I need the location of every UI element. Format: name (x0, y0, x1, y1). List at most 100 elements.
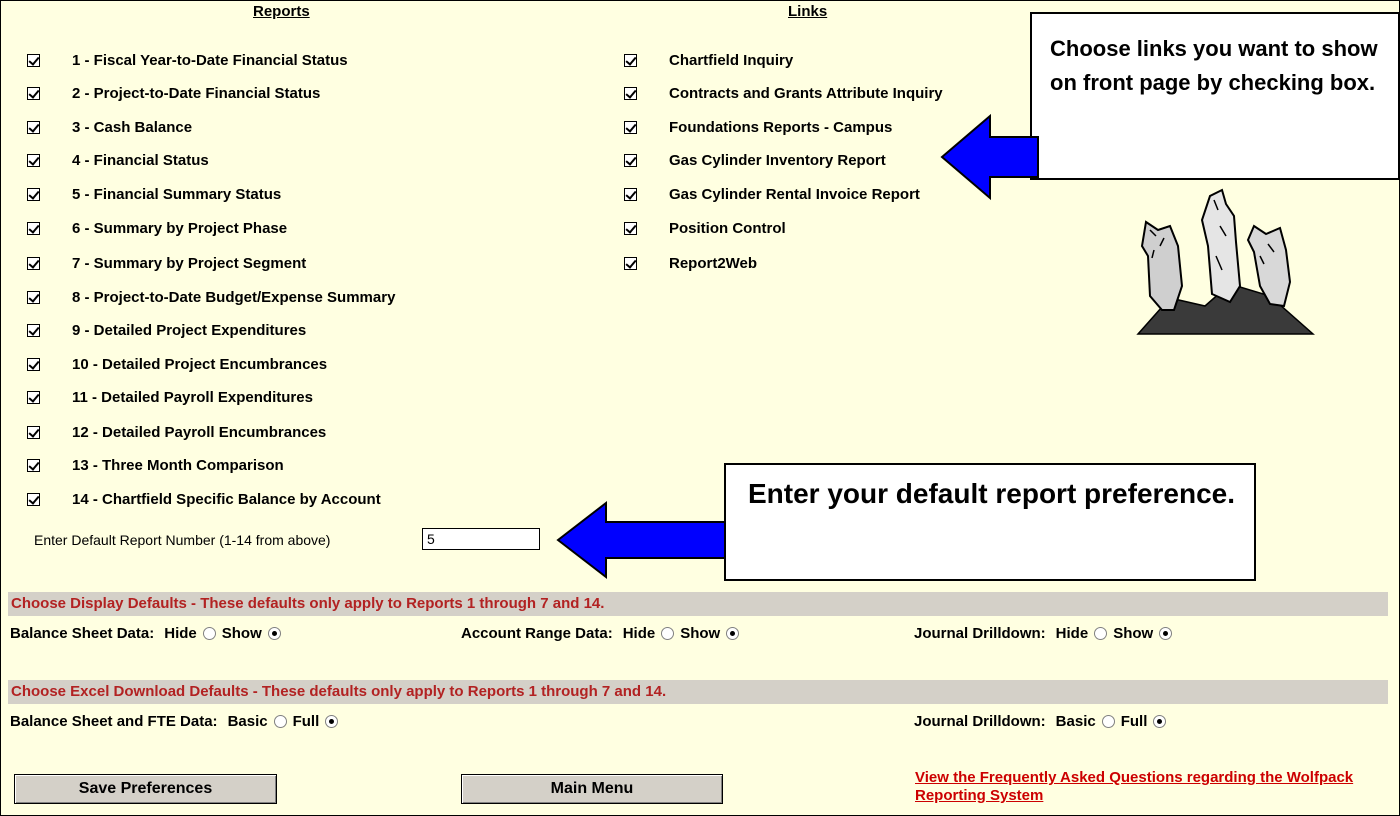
balance-sheet-hide-radio[interactable] (202, 627, 216, 640)
report-label: 2 - Project-to-Date Financial Status (72, 84, 321, 102)
journal-show-radio[interactable] (1159, 627, 1173, 640)
links-callout: Choose links you want to show on front p… (1030, 12, 1400, 180)
report-item-8[interactable]: 8 - Project-to-Date Budget/Expense Summa… (27, 286, 395, 308)
journal-basic-radio[interactable] (1101, 715, 1115, 728)
save-preferences-button[interactable]: Save Preferences (14, 774, 277, 804)
report-checkbox[interactable] (27, 492, 40, 506)
option-hide-label: Hide (164, 625, 197, 642)
balance-sheet-fte-full-radio[interactable] (325, 715, 339, 728)
report-checkbox[interactable] (27, 221, 40, 235)
report-item-2[interactable]: 2 - Project-to-Date Financial Status (27, 82, 320, 104)
report-checkbox[interactable] (27, 53, 40, 67)
report-label: 14 - Chartfield Specific Balance by Acco… (72, 490, 381, 508)
option-show-label: Show (1113, 625, 1154, 642)
report-label: 12 - Detailed Payroll Encumbrances (72, 423, 327, 441)
report-item-14[interactable]: 14 - Chartfield Specific Balance by Acco… (27, 488, 381, 510)
report-checkbox[interactable] (27, 425, 40, 439)
link-label: Contracts and Grants Attribute Inquiry (669, 84, 943, 102)
report-item-9[interactable]: 9 - Detailed Project Expenditures (27, 319, 306, 341)
report-label: 11 - Detailed Payroll Expenditures (72, 388, 313, 406)
report-checkbox[interactable] (27, 86, 40, 100)
display-defaults-header: Choose Display Defaults - These defaults… (8, 592, 1388, 616)
link-checkbox[interactable] (624, 153, 637, 167)
option-label: Balance Sheet Data: (10, 625, 155, 642)
balance-sheet-fte-basic-radio[interactable] (273, 715, 287, 728)
option-hide-label: Hide (1055, 625, 1089, 642)
main-menu-button[interactable]: Main Menu (461, 774, 723, 804)
report-item-7[interactable]: 7 - Summary by Project Segment (27, 252, 306, 274)
option-basic-label: Basic (1055, 713, 1096, 730)
link-item-gas-rental[interactable]: Gas Cylinder Rental Invoice Report (624, 183, 920, 205)
default-callout: Enter your default report preference. (724, 463, 1256, 581)
link-checkbox[interactable] (624, 86, 637, 100)
report-label: 13 - Three Month Comparison (72, 456, 284, 474)
link-label: Gas Cylinder Inventory Report (669, 151, 886, 169)
default-report-input[interactable]: 5 (422, 528, 540, 550)
link-label: Foundations Reports - Campus (669, 118, 893, 136)
report-checkbox[interactable] (27, 390, 40, 404)
faq-link[interactable]: View the Frequently Asked Questions rega… (915, 769, 1395, 805)
option-show-label: Show (221, 625, 262, 642)
link-item-contracts[interactable]: Contracts and Grants Attribute Inquiry (624, 82, 943, 104)
excel-defaults-header: Choose Excel Download Defaults - These d… (8, 680, 1388, 704)
option-full-label: Full (1120, 713, 1148, 730)
option-label: Balance Sheet and FTE Data: (10, 713, 218, 730)
option-show-label: Show (680, 625, 721, 642)
report-checkbox[interactable] (27, 458, 40, 472)
link-checkbox[interactable] (624, 120, 637, 134)
link-checkbox[interactable] (624, 53, 637, 67)
option-label: Journal Drilldown: (914, 625, 1046, 642)
option-full-label: Full (292, 713, 320, 730)
report-item-11[interactable]: 11 - Detailed Payroll Expenditures (27, 386, 313, 408)
link-item-foundations[interactable]: Foundations Reports - Campus (624, 116, 892, 138)
account-range-option-group: Account Range Data: Hide Show (461, 625, 745, 642)
link-label: Position Control (669, 219, 786, 237)
report-label: 7 - Summary by Project Segment (72, 254, 307, 272)
balance-sheet-fte-option-group: Balance Sheet and FTE Data: Basic Full (10, 713, 344, 730)
option-hide-label: Hide (622, 625, 656, 642)
report-checkbox[interactable] (27, 357, 40, 371)
report-item-1[interactable]: 1 - Fiscal Year-to-Date Financial Status (27, 49, 348, 71)
option-label: Account Range Data: (461, 625, 613, 642)
link-checkbox[interactable] (624, 256, 637, 270)
default-report-label: Enter Default Report Number (1-14 from a… (34, 532, 331, 548)
link-label: Chartfield Inquiry (669, 51, 794, 69)
link-label: Report2Web (669, 254, 758, 272)
report-item-6[interactable]: 6 - Summary by Project Phase (27, 217, 287, 239)
journal-hide-radio[interactable] (1094, 627, 1108, 640)
report-item-13[interactable]: 13 - Three Month Comparison (27, 454, 284, 476)
report-item-5[interactable]: 5 - Financial Summary Status (27, 183, 281, 205)
link-item-report2web[interactable]: Report2Web (624, 252, 757, 274)
links-arrow-icon (940, 113, 1039, 201)
reports-header: Reports (253, 3, 310, 20)
report-checkbox[interactable] (27, 256, 40, 270)
report-item-3[interactable]: 3 - Cash Balance (27, 116, 192, 138)
report-label: 1 - Fiscal Year-to-Date Financial Status (72, 51, 348, 69)
report-item-10[interactable]: 10 - Detailed Project Encumbrances (27, 353, 327, 375)
report-label: 6 - Summary by Project Phase (72, 219, 288, 237)
default-arrow-icon (556, 500, 727, 580)
link-item-chartfield[interactable]: Chartfield Inquiry (624, 49, 793, 71)
report-checkbox[interactable] (27, 290, 40, 304)
account-range-show-radio[interactable] (726, 627, 740, 640)
report-checkbox[interactable] (27, 153, 40, 167)
link-checkbox[interactable] (624, 187, 637, 201)
report-label: 5 - Financial Summary Status (72, 185, 282, 203)
report-checkbox[interactable] (27, 187, 40, 201)
journal-display-option-group: Journal Drilldown: Hide Show (914, 625, 1178, 642)
report-item-12[interactable]: 12 - Detailed Payroll Encumbrances (27, 421, 326, 443)
link-item-gas-inventory[interactable]: Gas Cylinder Inventory Report (624, 149, 886, 171)
journal-full-radio[interactable] (1153, 715, 1167, 728)
report-label: 3 - Cash Balance (72, 118, 193, 136)
report-label: 10 - Detailed Project Encumbrances (72, 355, 328, 373)
link-checkbox[interactable] (624, 221, 637, 235)
report-checkbox[interactable] (27, 323, 40, 337)
journal-excel-option-group: Journal Drilldown: Basic Full (914, 713, 1172, 730)
report-label: 8 - Project-to-Date Budget/Expense Summa… (72, 288, 396, 306)
account-range-hide-radio[interactable] (661, 627, 675, 640)
report-checkbox[interactable] (27, 120, 40, 134)
links-header: Links (788, 3, 828, 20)
link-item-position-control[interactable]: Position Control (624, 217, 786, 239)
balance-sheet-show-radio[interactable] (267, 627, 281, 640)
report-item-4[interactable]: 4 - Financial Status (27, 149, 209, 171)
